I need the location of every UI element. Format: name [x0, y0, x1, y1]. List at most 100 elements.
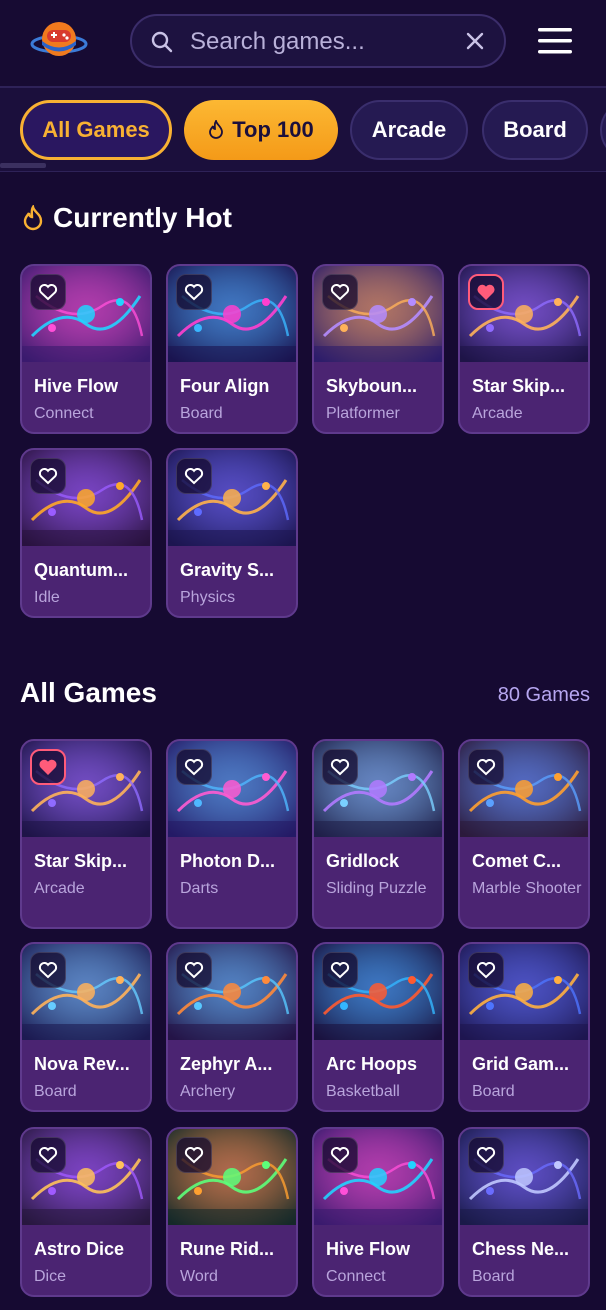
heart-filled-icon [477, 284, 495, 300]
favorite-button[interactable] [176, 274, 212, 310]
game-title: Nova Rev... [34, 1054, 130, 1074]
games-count: 80 Games [497, 684, 590, 706]
flame-icon [209, 120, 224, 139]
game-card[interactable]: Four Align Board [166, 264, 298, 434]
heart-outline-icon [330, 284, 350, 301]
game-card[interactable]: Astro Dice Dice [20, 1127, 152, 1297]
game-category: Board [34, 1083, 77, 1100]
heart-outline-icon [476, 759, 496, 776]
game-category: Board [472, 1083, 515, 1100]
game-card[interactable]: Star Skip... Arcade [458, 264, 590, 434]
hamburger-menu-icon[interactable] [536, 26, 574, 56]
tab-all-games[interactable]: All Games [20, 100, 172, 160]
game-title: Quantum... [34, 560, 128, 580]
game-title: Zephyr A... [180, 1054, 273, 1074]
game-card[interactable]: Photon D... Darts [166, 739, 298, 929]
heart-outline-icon [184, 468, 204, 485]
close-icon[interactable] [464, 30, 486, 52]
game-card[interactable]: Arc Hoops Basketball [312, 942, 444, 1112]
tab-board[interactable]: Board [482, 100, 588, 160]
game-category: Board [472, 1268, 515, 1285]
favorite-button[interactable] [30, 458, 66, 494]
search-input[interactable] [188, 24, 452, 60]
game-category: Arcade [34, 880, 85, 897]
tab-arcade[interactable]: Arcade [350, 100, 468, 160]
game-category: Idle [34, 589, 60, 606]
game-card[interactable]: Chess Ne... Board [458, 1127, 590, 1297]
favorite-button[interactable] [468, 952, 504, 988]
heart-filled-icon [39, 759, 57, 775]
game-title: Star Skip... [34, 851, 128, 871]
game-title: Rune Rid... [180, 1239, 274, 1259]
game-title: Gridlock [326, 851, 400, 871]
game-title: Arc Hoops [326, 1054, 418, 1074]
favorite-button[interactable] [322, 1137, 358, 1173]
game-title: Photon D... [180, 851, 275, 871]
game-card[interactable]: Quantum... Idle [20, 448, 152, 618]
search-icon [151, 31, 173, 53]
heart-outline-icon [38, 962, 58, 979]
favorite-button[interactable] [176, 458, 212, 494]
section-title-hot: Currently Hot [53, 202, 232, 233]
game-card[interactable]: Skyboun... Platformer [312, 264, 444, 434]
favorite-button[interactable] [468, 274, 504, 310]
game-card[interactable]: Star Skip... Arcade [20, 739, 152, 929]
heart-outline-icon [38, 1147, 58, 1164]
heart-outline-icon [184, 962, 204, 979]
favorite-button[interactable] [176, 952, 212, 988]
tab-more[interactable] [600, 100, 606, 160]
game-card[interactable]: Hive Flow Connect [20, 264, 152, 434]
category-tabs: All Games Top 100 Arcade Board [0, 86, 606, 172]
game-title: Astro Dice [34, 1239, 125, 1259]
game-card[interactable]: Nova Rev... Board [20, 942, 152, 1112]
favorite-button[interactable] [322, 749, 358, 785]
favorite-button[interactable] [322, 274, 358, 310]
favorite-button[interactable] [176, 749, 212, 785]
game-card[interactable]: Comet C... Marble Shooter [458, 739, 590, 929]
favorite-button[interactable] [322, 952, 358, 988]
heart-outline-icon [476, 1147, 496, 1164]
favorite-button[interactable] [30, 749, 66, 785]
game-card[interactable]: Zephyr A... Archery [166, 942, 298, 1112]
game-category: Platformer [326, 405, 400, 422]
game-title: Grid Gam... [472, 1054, 570, 1074]
game-category: Arcade [472, 405, 523, 422]
heart-outline-icon [476, 962, 496, 979]
planet-gamepad-logo[interactable] [30, 14, 88, 64]
favorite-button[interactable] [176, 1137, 212, 1173]
game-title: Hive Flow [34, 376, 119, 396]
search-box[interactable] [130, 14, 506, 68]
game-category: Marble Shooter [472, 880, 582, 897]
flame-icon [23, 205, 43, 231]
game-card[interactable]: Grid Gam... Board [458, 942, 590, 1112]
heart-outline-icon [330, 1147, 350, 1164]
heart-outline-icon [184, 1147, 204, 1164]
section-title-all: All Games [20, 677, 157, 708]
game-category: Connect [34, 405, 94, 422]
favorite-button[interactable] [468, 1137, 504, 1173]
favorite-button[interactable] [468, 749, 504, 785]
game-title: Four Align [180, 376, 270, 396]
game-category: Dice [34, 1268, 67, 1285]
game-card[interactable]: Rune Rid... Word [166, 1127, 298, 1297]
game-category: Word [180, 1268, 218, 1285]
heart-outline-icon [38, 468, 58, 485]
top-bar [0, 0, 606, 86]
scrollbar-indicator [0, 163, 46, 168]
heart-outline-icon [184, 284, 204, 301]
game-card[interactable]: Gravity S... Physics [166, 448, 298, 618]
heart-outline-icon [330, 962, 350, 979]
game-card[interactable]: Hive Flow Connect [312, 1127, 444, 1297]
favorite-button[interactable] [30, 1137, 66, 1173]
game-title: Star Skip... [472, 376, 566, 396]
game-title: Skyboun... [326, 376, 418, 396]
game-card[interactable]: Gridlock Sliding Puzzle [312, 739, 444, 929]
heart-outline-icon [330, 759, 350, 776]
favorite-button[interactable] [30, 274, 66, 310]
game-category: Connect [326, 1268, 386, 1285]
game-title: Chess Ne... [472, 1239, 570, 1259]
tab-top-100[interactable]: Top 100 [184, 100, 338, 160]
game-category: Basketball [326, 1083, 400, 1100]
favorite-button[interactable] [30, 952, 66, 988]
game-title: Comet C... [472, 851, 562, 871]
